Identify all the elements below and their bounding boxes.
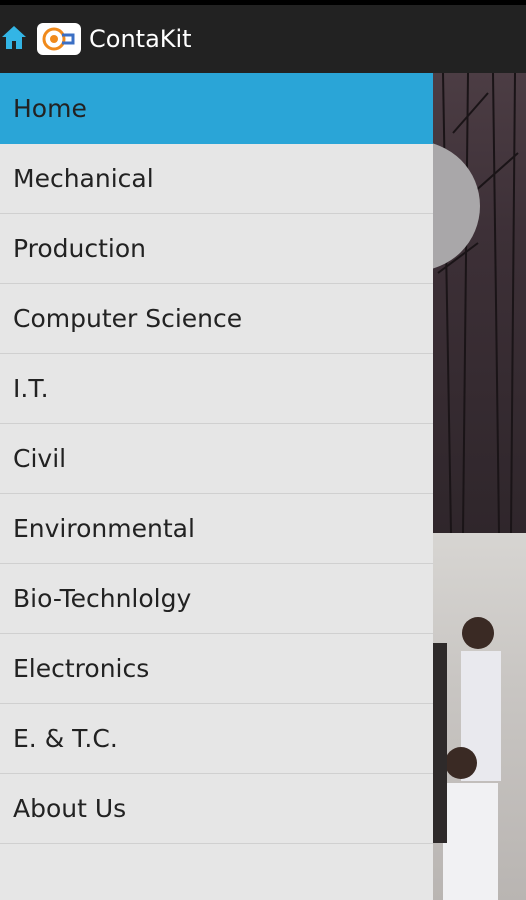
menu-item-label: Home: [13, 94, 87, 123]
navigation-drawer: Home Mechanical Production Computer Scie…: [0, 73, 433, 900]
menu-item-electronics[interactable]: Electronics: [0, 634, 433, 704]
app-logo-icon[interactable]: [37, 23, 81, 55]
action-bar: ContaKit: [0, 5, 526, 73]
menu-item-label: Electronics: [13, 654, 150, 683]
menu-item-label: About Us: [13, 794, 127, 823]
home-icon[interactable]: [0, 23, 28, 51]
menu-item-label: Civil: [13, 444, 67, 473]
menu-item-label: Mechanical: [13, 164, 154, 193]
menu-item-it[interactable]: I.T.: [0, 354, 433, 424]
menu-item-home[interactable]: Home: [0, 73, 433, 144]
menu-item-civil[interactable]: Civil: [0, 424, 433, 494]
menu-item-environmental[interactable]: Environmental: [0, 494, 433, 564]
menu-item-bio-technology[interactable]: Bio-Technlolgy: [0, 564, 433, 634]
menu-item-label: Production: [13, 234, 147, 263]
menu-item-entc[interactable]: E. & T.C.: [0, 704, 433, 774]
menu-item-label: I.T.: [13, 374, 49, 403]
background-content: [433, 73, 526, 900]
menu-item-label: E. & T.C.: [13, 724, 118, 753]
menu-item-production[interactable]: Production: [0, 214, 433, 284]
app-title: ContaKit: [89, 25, 192, 53]
menu-item-label: Environmental: [13, 514, 195, 543]
group-photo: [433, 533, 526, 900]
menu-item-mechanical[interactable]: Mechanical: [0, 144, 433, 214]
forest-image: [433, 73, 526, 534]
menu-item-about-us[interactable]: About Us: [0, 774, 433, 844]
menu-item-label: Bio-Technlolgy: [13, 584, 192, 613]
menu-item-label: Computer Science: [13, 304, 243, 333]
menu-item-computer-science[interactable]: Computer Science: [0, 284, 433, 354]
